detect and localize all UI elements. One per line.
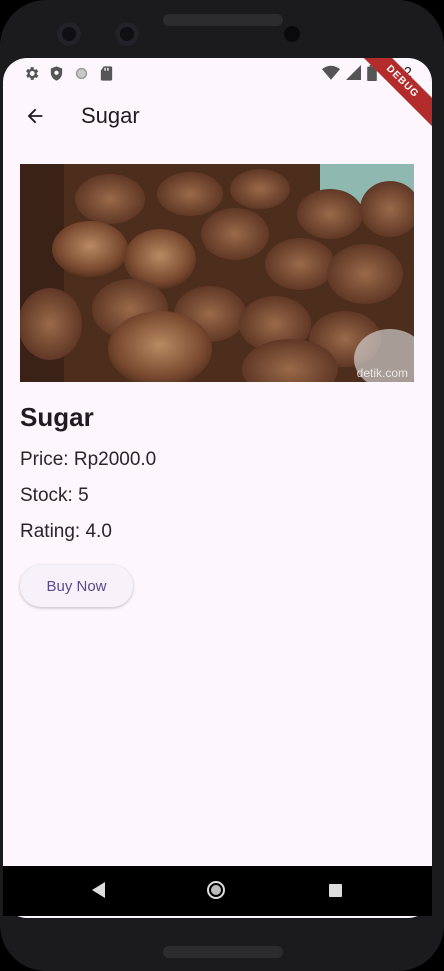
bottom-speaker: [163, 946, 283, 958]
shield-icon: [50, 66, 63, 81]
app-bar: Sugar: [3, 90, 432, 142]
arrow-back-icon: [27, 108, 43, 124]
wifi-icon: [321, 65, 340, 80]
nav-recents-icon[interactable]: [329, 884, 342, 897]
circle-icon: [75, 67, 88, 80]
settings-icon: [26, 67, 39, 80]
earpiece-speaker: [163, 14, 283, 26]
app-screen: 5:22 DEBUG Sugar: [3, 58, 432, 918]
palm-sugar-photo: [20, 164, 414, 382]
product-name: Sugar: [20, 402, 94, 432]
back-button[interactable]: [17, 98, 53, 134]
image-watermark: detik.com: [356, 366, 408, 380]
product-detail: detik.com Sugar Price: Rp2000.0 Stock: 5…: [20, 164, 415, 607]
system-nav-bar: [3, 866, 432, 916]
nav-back-icon[interactable]: [91, 881, 107, 899]
product-price: Price: Rp2000.0: [20, 449, 157, 470]
nav-home-icon[interactable]: [207, 881, 225, 899]
page-title: Sugar: [81, 103, 140, 128]
product-stock: Stock: 5: [20, 485, 89, 506]
signal-icon: [345, 65, 361, 80]
front-camera-left: [57, 22, 81, 46]
proximity-sensor: [284, 26, 300, 42]
front-camera-right: [115, 22, 139, 46]
status-bar: 5:22 DEBUG: [3, 58, 432, 132]
buy-now-button[interactable]: Buy Now: [20, 565, 133, 607]
product-rating: Rating: 4.0: [20, 521, 112, 542]
phone-frame: 5:22 DEBUG Sugar: [0, 0, 444, 971]
sd-card-icon: [100, 66, 113, 81]
status-left-icons: [23, 65, 115, 82]
product-image: detik.com: [20, 164, 414, 382]
